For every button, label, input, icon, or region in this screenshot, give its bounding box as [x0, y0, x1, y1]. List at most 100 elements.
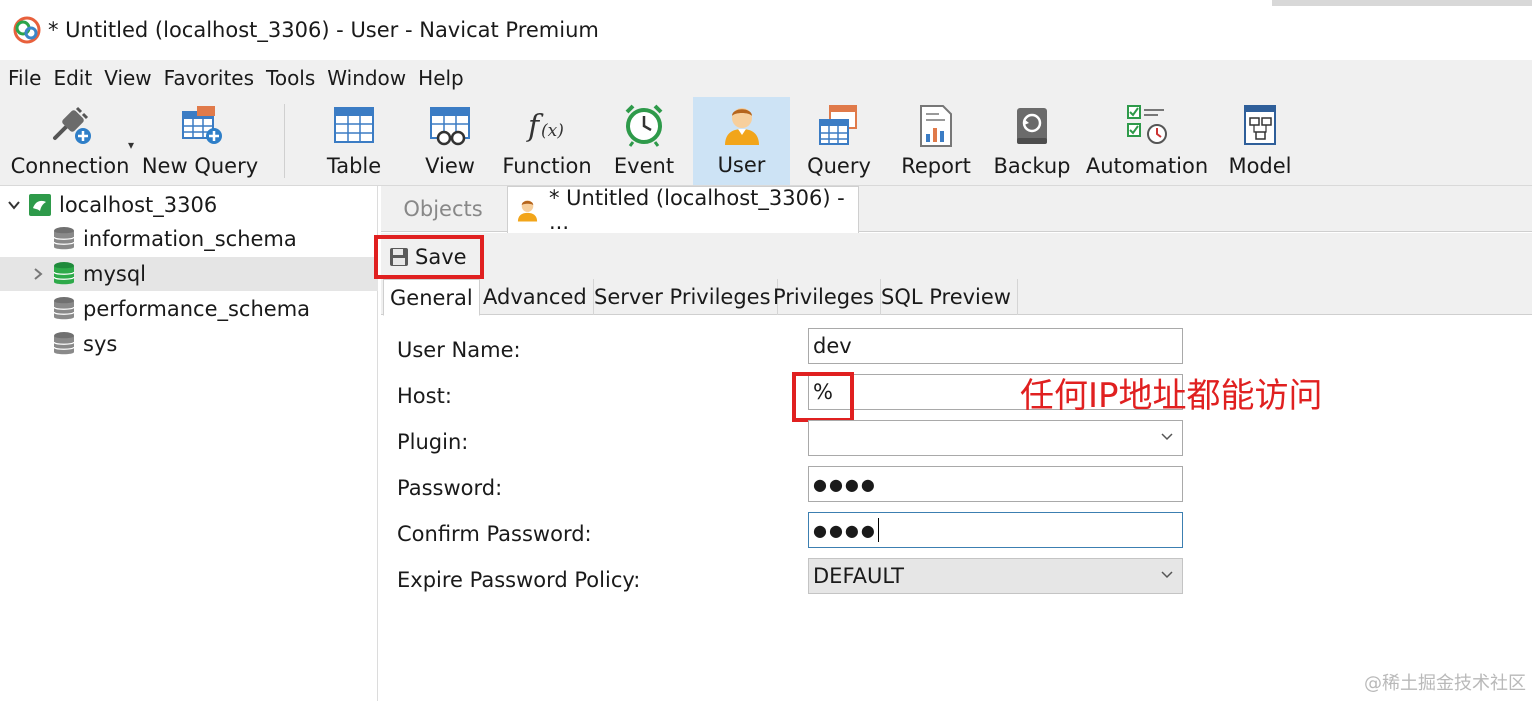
collapse-arrow-icon[interactable]	[30, 266, 46, 282]
main-content: Objects * Untitled (localhost_3306) - ..…	[374, 186, 1532, 701]
chevron-down-icon	[1161, 571, 1173, 579]
user-name-label: User Name:	[397, 338, 521, 362]
table-label: Table	[326, 154, 382, 178]
toolbar-separator	[284, 104, 285, 178]
menu-tools[interactable]: Tools	[266, 66, 315, 90]
database-icon	[53, 332, 75, 355]
menu-window[interactable]: Window	[327, 66, 406, 90]
alarm-clock-icon	[625, 104, 663, 147]
function-icon: f (x)	[526, 109, 564, 144]
user-button[interactable]: User	[693, 97, 790, 185]
expire-password-policy-select[interactable]: DEFAULT	[808, 558, 1183, 594]
plugin-label: Plugin:	[397, 430, 469, 454]
title-bar: * Untitled (localhost_3306) - User - Nav…	[0, 0, 1532, 60]
event-button[interactable]: Event	[600, 98, 688, 184]
user-icon	[724, 108, 759, 145]
connection-button[interactable]: Connection	[8, 98, 132, 184]
window-controls-strip	[1272, 0, 1532, 6]
tree-db-label: information_schema	[83, 227, 297, 251]
report-button[interactable]: Report	[892, 98, 980, 184]
new-query-button[interactable]: New Query	[142, 98, 258, 184]
tab-advanced[interactable]: Advanced	[477, 279, 594, 315]
table-icon	[334, 107, 374, 143]
connection-label: Connection	[10, 154, 130, 178]
backup-icon	[1017, 108, 1047, 144]
model-button[interactable]: Model	[1220, 98, 1300, 184]
model-icon	[1244, 105, 1276, 145]
confirm-password-input[interactable]: ●●●●	[808, 512, 1183, 548]
view-button[interactable]: View	[406, 98, 494, 184]
navigation-pane: localhost_3306 information_schema mysql …	[0, 186, 378, 701]
user-icon	[517, 200, 538, 222]
document-tab-strip: Objects * Untitled (localhost_3306) - ..…	[381, 186, 1532, 234]
user-name-value: dev	[813, 334, 852, 358]
new-query-icon	[182, 106, 222, 144]
query-button[interactable]: Query	[795, 98, 883, 184]
tree-db-label: performance_schema	[83, 297, 311, 321]
table-button[interactable]: Table	[310, 98, 398, 184]
tab-untitled-user[interactable]: * Untitled (localhost_3306) - ...	[507, 186, 859, 234]
tab-objects[interactable]: Objects	[381, 186, 505, 232]
menu-edit[interactable]: Edit	[53, 66, 92, 90]
menu-bar: File Edit View Favorites Tools Window He…	[0, 60, 1532, 96]
tree-db-performance-schema[interactable]: performance_schema	[0, 292, 378, 326]
function-button[interactable]: f (x) Function	[500, 98, 594, 184]
tree-db-mysql[interactable]: mysql	[0, 257, 378, 291]
menu-view[interactable]: View	[104, 66, 151, 90]
backup-label: Backup	[993, 154, 1071, 178]
event-label: Event	[613, 154, 675, 178]
tree-connection-label: localhost_3306	[59, 193, 218, 217]
menu-help[interactable]: Help	[418, 66, 464, 90]
plug-icon	[53, 106, 91, 144]
connection-dropdown-icon[interactable]: ▾	[128, 138, 134, 152]
password-input[interactable]: ●●●●	[808, 466, 1183, 502]
expand-arrow-icon[interactable]	[6, 197, 22, 213]
menu-file[interactable]: File	[8, 66, 41, 90]
editor-toolbar: Save	[374, 233, 1532, 279]
host-annotation: 任何IP地址都能访问	[1020, 376, 1323, 416]
svg-text:(x): (x)	[541, 121, 564, 141]
expire-password-policy-value: DEFAULT	[813, 564, 904, 588]
highlight-box-save	[374, 235, 484, 279]
plugin-select[interactable]	[808, 420, 1183, 456]
text-caret	[877, 518, 879, 542]
database-icon	[53, 227, 75, 250]
host-label: Host:	[397, 384, 452, 408]
tab-privileges[interactable]: Privileges	[767, 279, 881, 315]
tree-connection-localhost[interactable]: localhost_3306	[0, 188, 378, 222]
confirm-password-value: ●●●●	[813, 520, 877, 540]
user-label: User	[717, 153, 766, 177]
database-icon	[53, 297, 75, 320]
menu-favorites[interactable]: Favorites	[164, 66, 254, 90]
expire-password-policy-label: Expire Password Policy:	[397, 568, 641, 592]
window-title: * Untitled (localhost_3306) - User - Nav…	[48, 18, 599, 42]
password-label: Password:	[397, 476, 503, 500]
highlight-box-host	[792, 372, 854, 422]
watermark: @稀土掘金技术社区	[1364, 673, 1526, 694]
tree-db-label: mysql	[83, 262, 146, 286]
new-query-label: New Query	[141, 154, 259, 178]
query-label: Query	[807, 154, 871, 178]
view-icon	[430, 107, 470, 146]
tab-server-privileges[interactable]: Server Privileges	[588, 279, 778, 315]
password-value: ●●●●	[813, 474, 877, 494]
tree-db-information-schema[interactable]: information_schema	[0, 222, 378, 256]
view-label: View	[425, 154, 475, 178]
main-toolbar: Connection ▾ New Query Table View f (x) …	[0, 96, 1532, 186]
tree-db-label: sys	[83, 332, 118, 356]
backup-button[interactable]: Backup	[990, 98, 1074, 184]
mysql-connection-icon	[29, 194, 51, 216]
chevron-down-icon	[1161, 433, 1173, 441]
user-name-input[interactable]: dev	[808, 328, 1183, 364]
tab-document-label: * Untitled (localhost_3306) - ...	[549, 186, 845, 234]
tab-general[interactable]: General	[383, 279, 480, 316]
automation-button[interactable]: Automation	[1082, 98, 1212, 184]
navicat-logo-icon	[13, 16, 41, 44]
automation-label: Automation	[1085, 154, 1209, 178]
report-icon	[920, 105, 952, 147]
model-label: Model	[1228, 154, 1292, 178]
query-icon	[819, 105, 857, 145]
tree-db-sys[interactable]: sys	[0, 327, 378, 361]
automation-icon	[1127, 105, 1167, 144]
tab-sql-preview[interactable]: SQL Preview	[875, 279, 1018, 315]
